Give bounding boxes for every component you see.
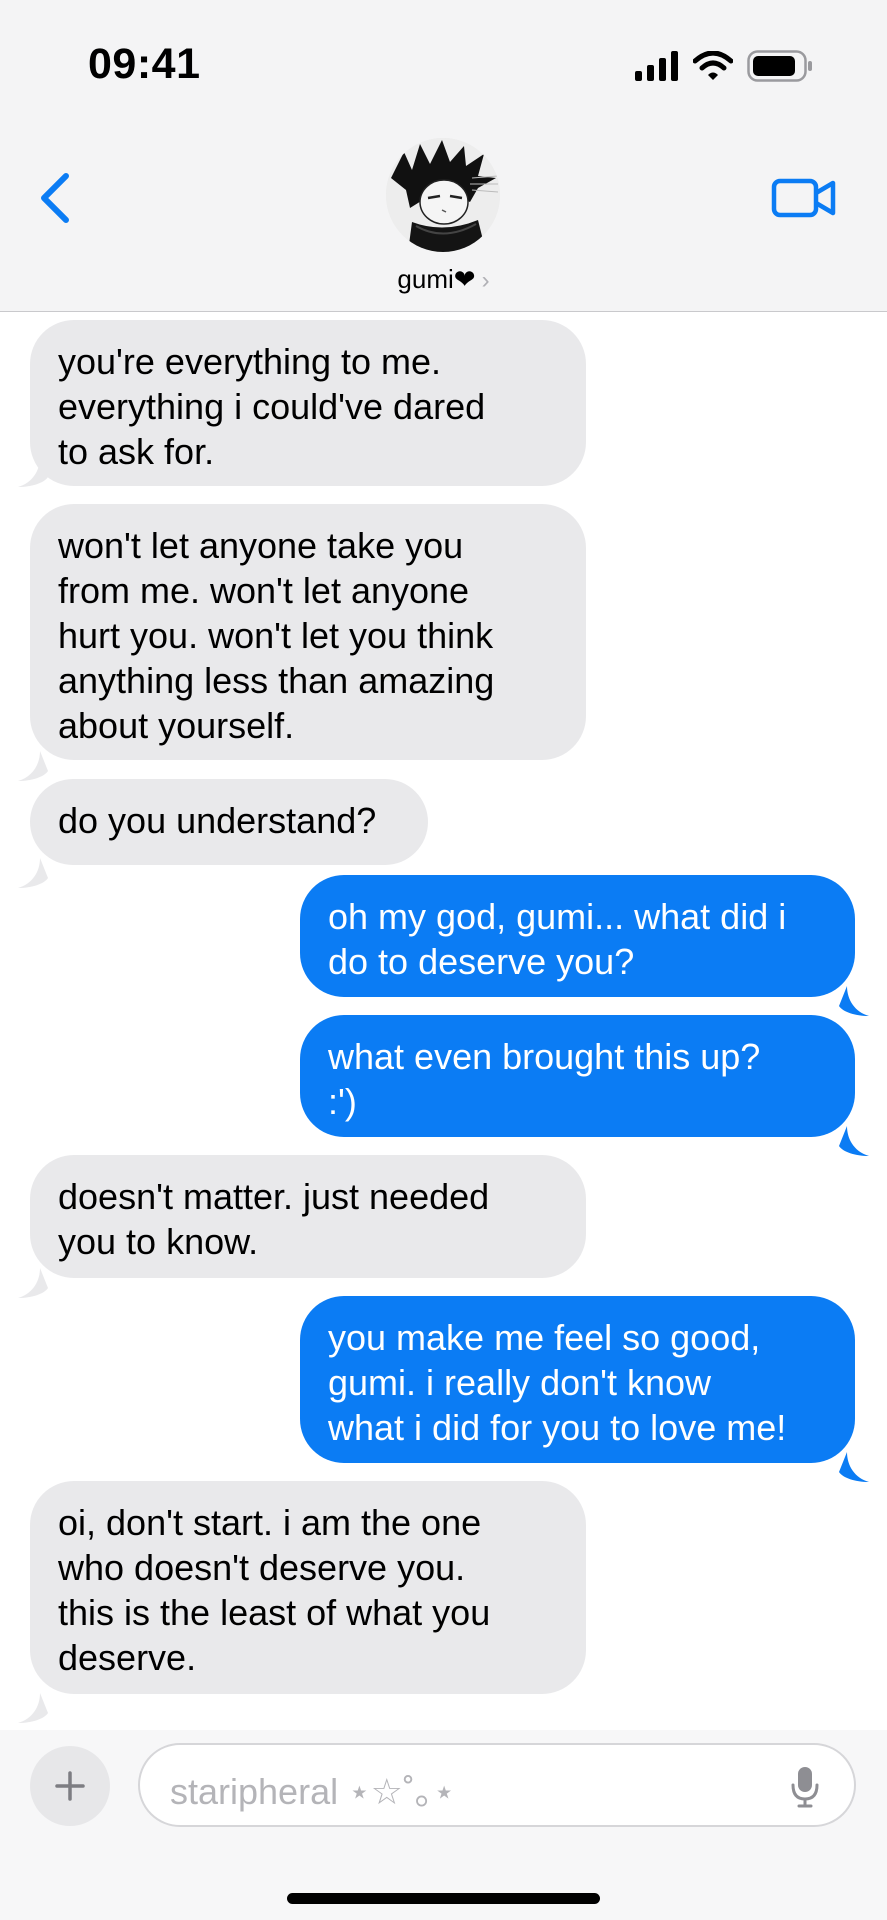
video-camera-icon[interactable]	[771, 176, 837, 220]
message-input-placeholder: staripheral ⋆☆˚｡⋆	[170, 1771, 456, 1812]
bubble-tail	[839, 986, 869, 1016]
bubble-tail	[839, 1452, 869, 1482]
bubble-tail	[18, 1268, 48, 1298]
sent-message[interactable]: oh my god, gumi... what did i do to dese…	[300, 875, 855, 997]
conversation-header: 09:41 gumi❤︎ ›	[0, 0, 887, 312]
battery-icon	[747, 50, 812, 82]
status-time: 09:41	[88, 40, 201, 88]
received-message[interactable]: won't let anyone take you from me. won't…	[30, 504, 586, 760]
received-message[interactable]: you're everything to me. everything i co…	[30, 320, 586, 486]
back-chevron-icon[interactable]	[36, 170, 76, 226]
status-icons	[635, 48, 813, 84]
sent-message[interactable]: what even brought this up? :')	[300, 1015, 855, 1137]
bubble-tail	[839, 1126, 869, 1156]
bubble-tail	[18, 1693, 48, 1723]
add-attachment-button[interactable]	[30, 1746, 110, 1826]
contact-name: gumi❤︎	[397, 264, 476, 294]
received-message[interactable]: doesn't matter. just needed you to know.	[30, 1155, 586, 1278]
chevron-right-icon: ›	[481, 267, 490, 294]
contact-name-row[interactable]: gumi❤︎ ›	[0, 264, 887, 295]
bubble-tail	[18, 751, 48, 781]
received-message[interactable]: do you understand?	[30, 779, 428, 865]
microphone-icon[interactable]	[790, 1765, 820, 1809]
wifi-icon	[693, 51, 733, 80]
plus-icon	[55, 1771, 85, 1801]
message-input[interactable]: staripheral ⋆☆˚｡⋆	[138, 1743, 856, 1827]
avatar-image	[386, 138, 500, 252]
contact-avatar[interactable]	[386, 138, 500, 252]
bubble-tail	[18, 858, 48, 888]
sent-message[interactable]: you make me feel so good, gumi. i really…	[300, 1296, 855, 1463]
received-message[interactable]: oi, don't start. i am the one who doesn'…	[30, 1481, 586, 1694]
signal-bars-icon	[635, 51, 678, 81]
home-indicator	[287, 1893, 600, 1904]
